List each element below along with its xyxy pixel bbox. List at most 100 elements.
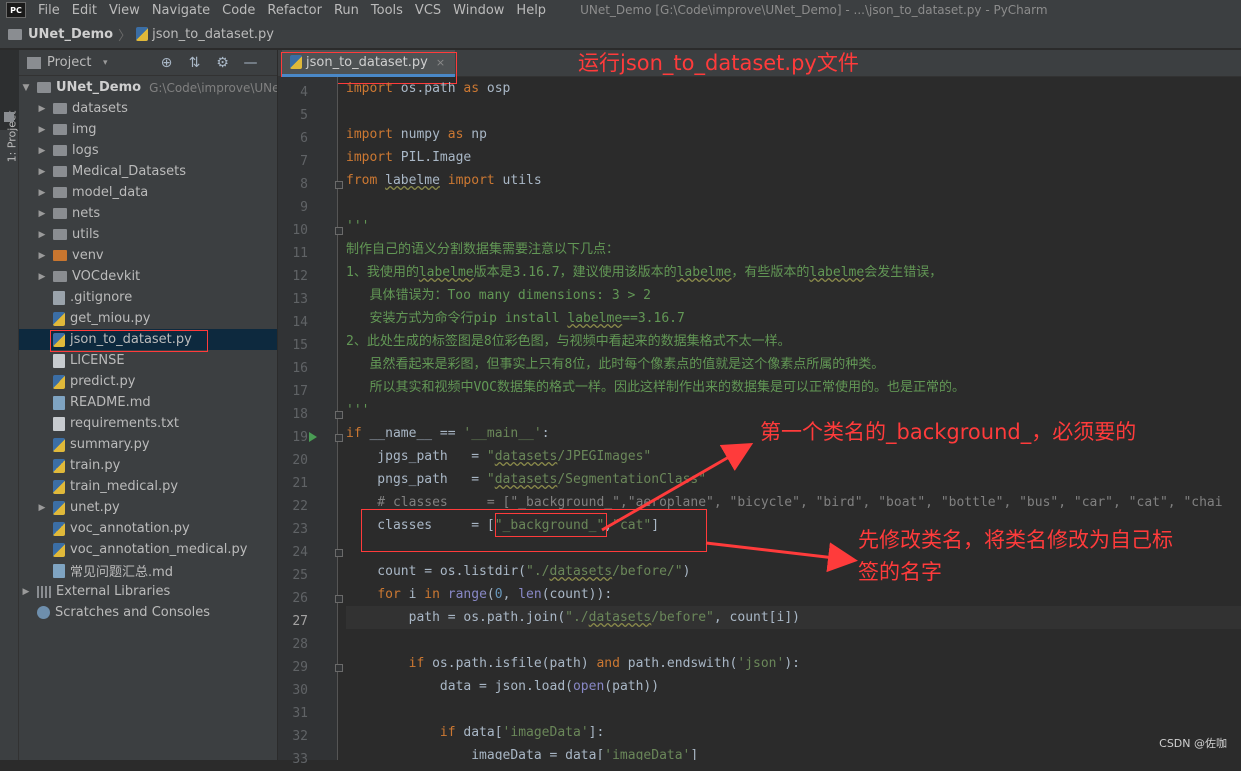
menu-refactor[interactable]: Refactor (263, 3, 330, 18)
chevron-right-icon[interactable]: ▶ (37, 503, 47, 513)
tree-external-libraries[interactable]: ▶ External Libraries (19, 581, 278, 602)
collapse-all-icon[interactable]: ⇅ (188, 55, 202, 71)
chevron-down-icon[interactable]: ▾ (103, 58, 108, 68)
chevron-right-icon[interactable]: ▶ (37, 146, 47, 156)
menu-help[interactable]: Help (512, 3, 554, 18)
tree-item[interactable]: ▶Medical_Datasets (19, 161, 278, 182)
tree-item[interactable]: train_medical.py (19, 476, 278, 497)
tree-item[interactable]: voc_annotation.py (19, 518, 278, 539)
line-number: 27 (278, 610, 308, 633)
folder-icon (8, 29, 22, 40)
hide-panel-icon[interactable]: — (244, 55, 258, 71)
menu-window[interactable]: Window (449, 3, 512, 18)
tree-item[interactable]: 常见问题汇总.md (19, 560, 278, 581)
annotation-rename-note-line2: 签的名字 (858, 556, 942, 586)
tree-item[interactable]: train.py (19, 455, 278, 476)
navigation-bar: UNet_Demo 〉 json_to_dataset.py (0, 20, 1241, 49)
excluded-folder-icon (53, 250, 67, 261)
run-icon[interactable] (309, 432, 317, 442)
chevron-right-icon[interactable]: ▶ (37, 125, 47, 135)
menu-run[interactable]: Run (330, 3, 367, 18)
menu-code[interactable]: Code (218, 3, 263, 18)
breadcrumb-project[interactable]: UNet_Demo (28, 27, 113, 42)
folder-icon (53, 271, 67, 282)
chevron-down-icon[interactable]: ▼ (21, 83, 31, 93)
tree-item[interactable]: ▶VOCdevkit (19, 266, 278, 287)
menu-vcs[interactable]: VCS (411, 3, 449, 18)
menu-file[interactable]: File (34, 3, 68, 18)
line-number: 15 (278, 334, 308, 357)
menu-edit[interactable]: Edit (68, 3, 105, 18)
menu-tools[interactable]: Tools (367, 3, 411, 18)
project-tree: ▼ UNet_Demo G:\Code\improve\UNet_ ▶datas… (19, 77, 278, 623)
tree-item-label: json_to_dataset.py (70, 332, 192, 347)
fold-marker-icon[interactable] (335, 434, 343, 442)
chevron-right-icon[interactable]: ▶ (37, 230, 47, 240)
chevron-right-icon[interactable]: ▶ (37, 104, 47, 114)
tree-item[interactable]: ▶img (19, 119, 278, 140)
tree-item[interactable]: README.md (19, 392, 278, 413)
fold-marker-icon[interactable] (335, 411, 343, 419)
project-panel-title[interactable]: Project (47, 55, 99, 70)
tree-item[interactable]: ▶datasets (19, 98, 278, 119)
fold-marker-icon[interactable] (335, 227, 343, 235)
fold-marker-icon[interactable] (335, 664, 343, 672)
tree-item[interactable]: json_to_dataset.py (19, 329, 278, 350)
gear-icon[interactable]: ⚙ (216, 55, 230, 71)
code-line-23: classes = ["_background_","cat"] (346, 514, 659, 537)
line-number: 26 (278, 587, 308, 610)
line-number: 8 (278, 173, 308, 196)
fold-marker-icon[interactable] (335, 595, 343, 603)
tree-item[interactable]: ▶logs (19, 140, 278, 161)
tab-json-to-dataset[interactable]: json_to_dataset.py × (282, 50, 455, 77)
line-number: 28 (278, 633, 308, 656)
chevron-right-icon[interactable]: ▶ (37, 188, 47, 198)
fold-marker-icon[interactable] (335, 181, 343, 189)
breadcrumb-file[interactable]: json_to_dataset.py (152, 27, 274, 42)
code-line-20: jpgs_path = "datasets/JPEGImages" (346, 445, 651, 468)
tree-item[interactable]: ▶nets (19, 203, 278, 224)
tree-item[interactable]: ▶utils (19, 224, 278, 245)
tree-item-label: venv (72, 248, 104, 263)
tree-item-label: train_medical.py (70, 479, 178, 494)
menu-navigate[interactable]: Navigate (148, 3, 218, 18)
chevron-right-icon[interactable]: ▶ (37, 251, 47, 261)
folder-icon (53, 229, 67, 240)
tree-item-label: summary.py (70, 437, 150, 452)
annotation-background-note: 第一个类名的_background_，必须要的 (760, 416, 1136, 446)
tree-scratches-consoles[interactable]: Scratches and Consoles (19, 602, 278, 623)
tree-item[interactable]: ▶unet.py (19, 497, 278, 518)
line-number: 21 (278, 472, 308, 495)
chevron-right-icon[interactable]: ▶ (37, 272, 47, 282)
tree-item[interactable]: LICENSE (19, 350, 278, 371)
tree-item[interactable]: predict.py (19, 371, 278, 392)
tree-item[interactable]: voc_annotation_medical.py (19, 539, 278, 560)
code-line-22: # classes = ["_background_","aeroplane",… (346, 491, 1223, 514)
tree-item[interactable]: get_miou.py (19, 308, 278, 329)
close-icon[interactable]: × (436, 56, 445, 69)
menu-view[interactable]: View (105, 3, 148, 18)
line-number: 31 (278, 702, 308, 725)
chevron-right-icon[interactable]: ▶ (37, 209, 47, 219)
tree-item[interactable]: ▶model_data (19, 182, 278, 203)
code-line-18: ''' (346, 399, 369, 422)
line-number: 9 (278, 196, 308, 219)
chevron-right-icon[interactable]: ▶ (37, 167, 47, 177)
tree-root-unet-demo[interactable]: ▼ UNet_Demo G:\Code\improve\UNet_ (19, 77, 278, 98)
code-line-26: for i in range(0, len(count)): (346, 583, 612, 606)
tree-item[interactable]: ▶ venv (19, 245, 278, 266)
tree-item[interactable]: requirements.txt (19, 413, 278, 434)
tree-item[interactable]: summary.py (19, 434, 278, 455)
chevron-right-icon[interactable]: ▶ (21, 587, 31, 597)
folder-icon (53, 208, 67, 219)
locate-file-icon[interactable]: ⊕ (160, 55, 174, 71)
tree-item-label: voc_annotation_medical.py (70, 542, 248, 557)
text-file-icon (53, 417, 65, 431)
folder-icon (53, 103, 67, 114)
fold-marker-icon[interactable] (335, 549, 343, 557)
code-line-8: from labelme import utils (346, 169, 542, 192)
tree-item-label: Scratches and Consoles (55, 605, 210, 620)
tree-item[interactable]: .gitignore (19, 287, 278, 308)
tab-label: json_to_dataset.py (306, 55, 428, 70)
breadcrumb-separator: 〉 (118, 25, 131, 44)
